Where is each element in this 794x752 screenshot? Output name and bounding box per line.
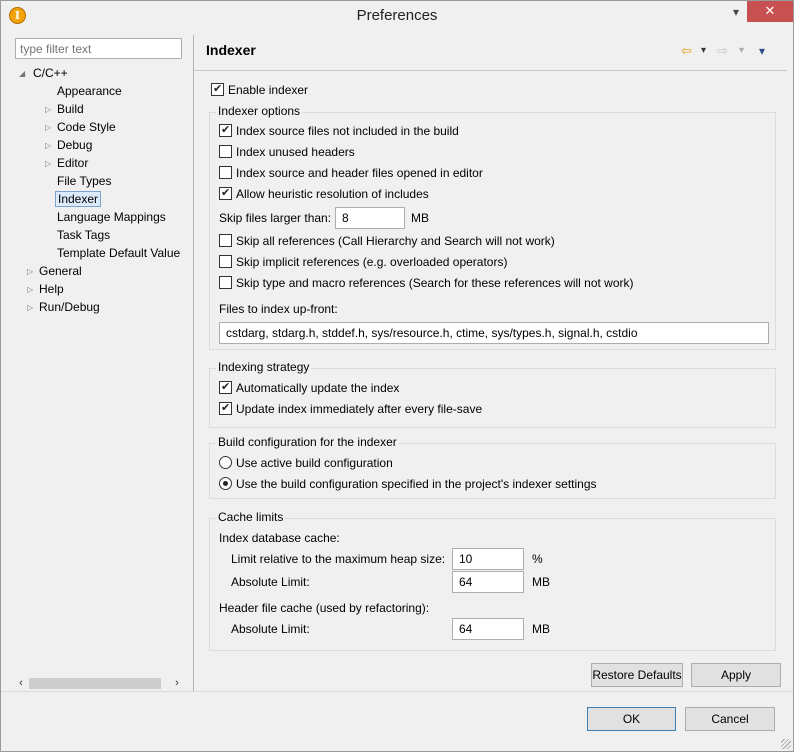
checkbox-icon[interactable] bbox=[219, 234, 232, 247]
tree-item-run-debug[interactable]: ▷ Run/Debug bbox=[27, 299, 102, 316]
tree-item-indexer[interactable]: Indexer bbox=[55, 191, 102, 208]
tree-item-help[interactable]: ▷ Help bbox=[27, 281, 66, 298]
checkbox-checked-icon[interactable] bbox=[219, 185, 232, 201]
checkbox-checked-icon[interactable] bbox=[211, 81, 224, 97]
forward-arrow-icon[interactable]: ⇨ bbox=[717, 43, 728, 59]
scroll-right-icon[interactable]: › bbox=[169, 675, 185, 692]
collapsed-icon[interactable]: ▷ bbox=[45, 141, 55, 151]
skip-type-macro-references-checkbox[interactable]: Skip type and macro references (Search f… bbox=[219, 275, 634, 292]
relative-limit-input[interactable]: 10 bbox=[452, 548, 524, 570]
tree-item-task-tags[interactable]: Task Tags bbox=[55, 227, 112, 244]
checkbox-checked-icon[interactable] bbox=[219, 122, 232, 138]
apply-button[interactable]: Apply bbox=[691, 663, 781, 687]
collapsed-icon[interactable]: ▷ bbox=[27, 285, 37, 295]
checkbox-checked-icon[interactable] bbox=[219, 379, 232, 395]
forward-dropdown-icon[interactable]: ▾ bbox=[739, 43, 744, 59]
tree-item-build[interactable]: ▷ Build bbox=[45, 101, 86, 118]
title-bar: I Preferences ▾ ✕ bbox=[1, 1, 793, 31]
scroll-left-icon[interactable]: ‹ bbox=[13, 675, 29, 692]
tree-item-file-types[interactable]: File Types bbox=[55, 173, 113, 190]
expanded-icon[interactable]: ◢ bbox=[19, 69, 29, 79]
header-absolute-limit-label: Absolute Limit: bbox=[231, 622, 310, 636]
tree-item-code-style[interactable]: ▷ Code Style bbox=[45, 119, 118, 136]
view-menu-icon[interactable]: ▾ bbox=[759, 43, 765, 59]
build-configuration-group: Build configuration for the indexer Use … bbox=[209, 435, 776, 499]
collapsed-icon[interactable]: ▷ bbox=[27, 303, 37, 313]
use-specified-config-radio[interactable]: Use the build configuration specified in… bbox=[219, 476, 597, 493]
group-title: Indexing strategy bbox=[216, 360, 312, 374]
checkbox-checked-icon[interactable] bbox=[219, 400, 232, 416]
restore-defaults-button[interactable]: Restore Defaults bbox=[591, 663, 683, 687]
preferences-window: I Preferences ▾ ✕ ◢ C/C++ Appearance ▷ B… bbox=[0, 0, 794, 752]
help-menu-icon[interactable]: ▾ bbox=[725, 5, 747, 25]
checkbox-icon[interactable] bbox=[219, 255, 232, 268]
use-active-config-radio[interactable]: Use active build configuration bbox=[219, 455, 393, 472]
files-upfront-label: Files to index up-front: bbox=[219, 302, 338, 316]
tree-horizontal-scrollbar[interactable]: ‹ › bbox=[13, 675, 185, 692]
tree-item-template-default-value[interactable]: Template Default Value bbox=[55, 245, 182, 262]
tree-item-language-mappings[interactable]: Language Mappings bbox=[55, 209, 168, 226]
enable-indexer-checkbox[interactable]: Enable indexer bbox=[211, 81, 308, 99]
preference-tree-pane: ◢ C/C++ Appearance ▷ Build ▷ Code Style … bbox=[11, 35, 189, 695]
tree-item-appearance[interactable]: Appearance bbox=[55, 83, 124, 100]
relative-limit-label: Limit relative to the maximum heap size: bbox=[231, 552, 446, 566]
radio-selected-icon[interactable] bbox=[219, 477, 232, 490]
cache-limits-group: Cache limits Index database cache: Limit… bbox=[209, 510, 776, 651]
cancel-button[interactable]: Cancel bbox=[685, 707, 775, 731]
page-navigation-toolbar: ⇦ ▾ ⇨ ▾ ▾ bbox=[681, 43, 777, 59]
indexer-page: Indexer ⇦ ▾ ⇨ ▾ ▾ Enable indexer Indexer… bbox=[194, 35, 787, 691]
collapsed-icon[interactable]: ▷ bbox=[45, 159, 55, 169]
index-source-not-in-build-checkbox[interactable]: Index source files not included in the b… bbox=[219, 122, 459, 140]
indexing-strategy-group: Indexing strategy Automatically update t… bbox=[209, 360, 776, 428]
scroll-thumb[interactable] bbox=[29, 678, 161, 689]
back-arrow-icon[interactable]: ⇦ bbox=[681, 43, 692, 59]
collapsed-icon[interactable]: ▷ bbox=[45, 105, 55, 115]
auto-update-index-checkbox[interactable]: Automatically update the index bbox=[219, 379, 399, 397]
collapsed-icon[interactable]: ▷ bbox=[45, 123, 55, 133]
group-title: Cache limits bbox=[216, 510, 286, 524]
filter-input[interactable] bbox=[15, 38, 182, 59]
skip-files-size-input[interactable]: 8 bbox=[335, 207, 405, 229]
update-on-save-checkbox[interactable]: Update index immediately after every fil… bbox=[219, 400, 482, 418]
header-separator bbox=[194, 70, 787, 71]
header-cache-label: Header file cache (used by refactoring): bbox=[219, 601, 430, 615]
footer-separator bbox=[1, 691, 793, 692]
checkbox-icon[interactable] bbox=[219, 276, 232, 289]
absolute-limit-unit: MB bbox=[532, 575, 550, 589]
tree-item-editor[interactable]: ▷ Editor bbox=[45, 155, 90, 172]
resize-grip-icon[interactable] bbox=[781, 739, 791, 749]
skip-implicit-references-checkbox[interactable]: Skip implicit references (e.g. overloade… bbox=[219, 254, 507, 271]
ok-button[interactable]: OK bbox=[587, 707, 676, 731]
skip-files-unit: MB bbox=[411, 211, 429, 225]
radio-icon[interactable] bbox=[219, 456, 232, 469]
index-unused-headers-checkbox[interactable]: Index unused headers bbox=[219, 144, 355, 161]
tree-item-general[interactable]: ▷ General bbox=[27, 263, 84, 280]
window-title: Preferences bbox=[356, 7, 438, 24]
header-absolute-limit-unit: MB bbox=[532, 622, 550, 636]
close-button[interactable]: ✕ bbox=[747, 1, 793, 22]
checkbox-icon[interactable] bbox=[219, 145, 232, 158]
indexer-options-group: Indexer options Index source files not i… bbox=[209, 104, 776, 350]
header-absolute-limit-input[interactable]: 64 bbox=[452, 618, 524, 640]
tree-item-cpp[interactable]: ◢ C/C++ bbox=[19, 65, 70, 82]
absolute-limit-label: Absolute Limit: bbox=[231, 575, 310, 589]
collapsed-icon[interactable]: ▷ bbox=[27, 267, 37, 277]
skip-all-references-checkbox[interactable]: Skip all references (Call Hierarchy and … bbox=[219, 233, 555, 250]
group-title: Indexer options bbox=[216, 104, 303, 118]
index-db-cache-label: Index database cache: bbox=[219, 531, 340, 545]
skip-files-label: Skip files larger than: bbox=[219, 211, 332, 225]
group-title: Build configuration for the indexer bbox=[216, 435, 399, 449]
files-upfront-input[interactable]: cstdarg, stdarg.h, stddef.h, sys/resourc… bbox=[219, 322, 769, 344]
heuristic-includes-checkbox[interactable]: Allow heuristic resolution of includes bbox=[219, 185, 429, 203]
tree-item-debug[interactable]: ▷ Debug bbox=[45, 137, 94, 154]
index-open-files-checkbox[interactable]: Index source and header files opened in … bbox=[219, 165, 483, 182]
page-title: Indexer bbox=[206, 42, 256, 58]
absolute-limit-input[interactable]: 64 bbox=[452, 571, 524, 593]
relative-limit-unit: % bbox=[532, 552, 543, 566]
checkbox-icon[interactable] bbox=[219, 166, 232, 179]
back-dropdown-icon[interactable]: ▾ bbox=[701, 43, 706, 59]
